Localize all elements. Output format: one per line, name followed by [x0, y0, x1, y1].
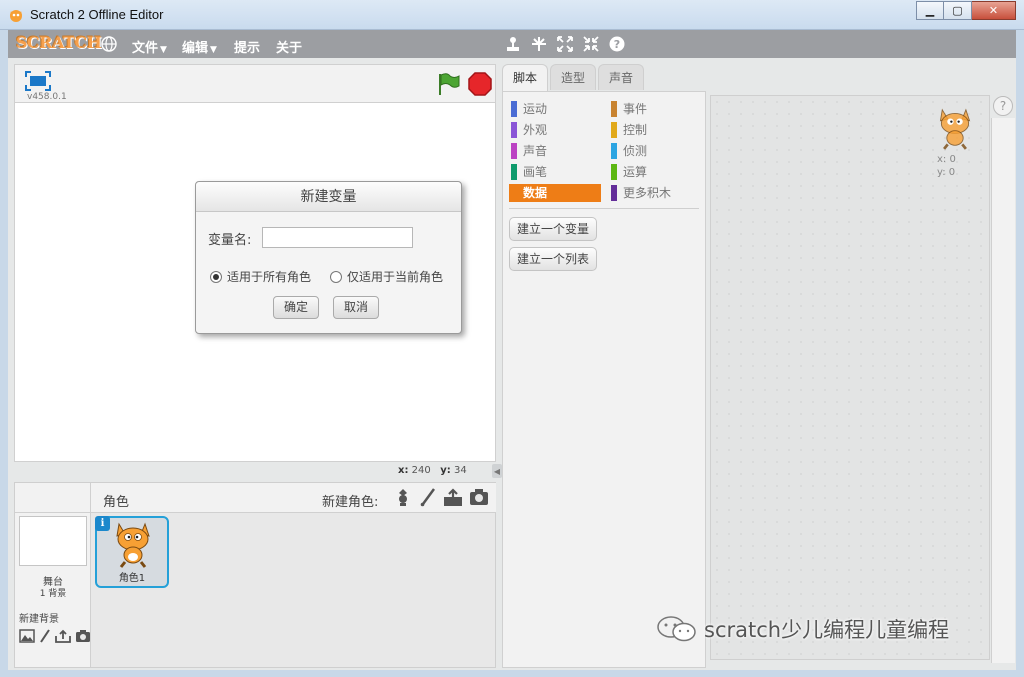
mouse-x-value: 240: [411, 465, 431, 476]
close-icon: ✕: [988, 4, 999, 17]
sprite-name: 角色1: [118, 573, 146, 584]
backdrop-library-icon[interactable]: [19, 629, 35, 643]
category-more-blocks[interactable]: 更多积木: [609, 184, 701, 202]
paint-brush-icon[interactable]: [39, 629, 51, 643]
stage-thumbnail[interactable]: [19, 516, 87, 566]
palette-divider: [509, 208, 699, 209]
radio-button-selected[interactable]: [210, 270, 222, 283]
collapse-stage-button[interactable]: ◀: [492, 464, 502, 478]
stage-header: v458.0.1: [14, 64, 496, 102]
upload-sprite-icon[interactable]: [443, 487, 463, 507]
camera-icon[interactable]: [75, 629, 91, 643]
variable-name-label: 变量名:: [208, 233, 252, 248]
scratch-cat-sprite-icon: [116, 522, 150, 568]
watermark: scratch少儿编程儿童编程: [656, 614, 949, 644]
dialog-title[interactable]: 新建变量: [196, 182, 461, 212]
make-variable-button[interactable]: 建立一个变量: [509, 217, 598, 241]
menu-about[interactable]: 关于: [276, 37, 302, 56]
paint-sprite-icon[interactable]: [419, 487, 437, 507]
svg-text:?: ?: [614, 38, 620, 51]
chevron-down-icon: ▼: [160, 45, 167, 55]
sprite-x-readout: x: 0: [937, 154, 956, 165]
scratch-logo[interactable]: SCRATCH: [16, 33, 102, 52]
close-button[interactable]: ✕: [972, 1, 1016, 20]
scripts-area[interactable]: x: 0 y: 0: [710, 95, 990, 660]
window-title-bar: Scratch 2 Offline Editor ▁ ▢ ✕: [0, 0, 1024, 30]
stage-column: 舞台 1 背景 新建背景: [15, 483, 91, 667]
minimize-icon: ▁: [925, 4, 935, 17]
version-label: v458.0.1: [27, 92, 67, 102]
category-control[interactable]: 控制: [609, 121, 701, 139]
fullscreen-icon[interactable]: [25, 71, 51, 91]
shrink-icon[interactable]: [582, 35, 600, 53]
triangle-left-icon: ◀: [493, 466, 501, 476]
help-icon[interactable]: ?: [608, 35, 626, 53]
camera-sprite-icon[interactable]: [469, 487, 489, 507]
globe-icon[interactable]: [100, 35, 118, 53]
scratch-cat-icon: [10, 10, 22, 22]
editor-tabs: 脚本 造型 声音: [502, 64, 646, 92]
sprite-library-pane: 舞台 1 背景 新建背景 角色 新建角色: i 角色1: [14, 482, 496, 668]
category-data[interactable]: 数据: [509, 184, 601, 202]
new-variable-dialog: 新建变量 变量名: 适用于所有角色 仅适用于当前角色 确定 取消: [195, 181, 462, 334]
sprites-label: 角色: [103, 495, 130, 510]
category-sensing[interactable]: 侦测: [609, 142, 701, 160]
tab-costumes[interactable]: 造型: [550, 64, 597, 90]
radio-button[interactable]: [330, 270, 342, 283]
wechat-icon: [657, 616, 696, 642]
category-looks[interactable]: 外观: [509, 121, 601, 139]
category-sound[interactable]: 声音: [509, 142, 601, 160]
tab-sounds[interactable]: 声音: [598, 64, 645, 90]
window-title: Scratch 2 Offline Editor: [30, 7, 164, 22]
category-motion[interactable]: 运动: [509, 100, 601, 118]
tab-scripts[interactable]: 脚本: [502, 64, 549, 92]
menubar: SCRATCH 文件 ▼ 编辑 ▼ 提示 关于 ?: [8, 30, 1016, 58]
upload-icon[interactable]: [55, 629, 71, 643]
stage-backdrop-count: 1 背景: [39, 589, 67, 599]
mouse-coordinates: x: 240 y: 34: [398, 465, 467, 476]
block-palette: 运动 外观 声音 画笔 数据 事件 控制 侦测 运算 更多积木 建立一个变量 建…: [502, 91, 706, 668]
category-events[interactable]: 事件: [609, 100, 701, 118]
sprite-y-readout: y: 0: [937, 167, 956, 178]
editor-frame: v458.0.1 x: 240 y: 34 ◀ 新建变量 变量名: 适用于所有角…: [8, 58, 1016, 670]
minimize-button[interactable]: ▁: [916, 1, 944, 20]
sprite-card-selected[interactable]: i 角色1: [95, 516, 169, 588]
duplicate-stamp-icon[interactable]: [504, 35, 522, 53]
cancel-button[interactable]: 取消: [333, 296, 380, 319]
scripts-side-strip: [991, 118, 1015, 663]
cut-icon[interactable]: [530, 35, 548, 53]
ok-button[interactable]: 确定: [273, 296, 320, 319]
sprite-preview-cat-icon: [939, 108, 971, 150]
make-list-button[interactable]: 建立一个列表: [509, 247, 598, 271]
sprite-library-icon[interactable]: [393, 487, 413, 507]
new-sprite-label: 新建角色:: [322, 495, 379, 510]
chevron-down-icon: ▼: [210, 45, 217, 55]
info-icon[interactable]: i: [95, 516, 110, 531]
category-pen[interactable]: 画笔: [509, 163, 601, 181]
green-flag-icon[interactable]: [435, 71, 461, 97]
radio-all-sprites[interactable]: 适用于所有角色: [210, 268, 311, 285]
watermark-text: scratch少儿编程儿童编程: [704, 618, 950, 642]
maximize-icon: ▢: [952, 4, 963, 17]
stop-sign-icon[interactable]: [467, 71, 493, 97]
category-operators[interactable]: 运算: [609, 163, 701, 181]
mouse-y-value: 34: [454, 465, 467, 476]
radio-this-sprite-only[interactable]: 仅适用于当前角色: [330, 268, 443, 285]
help-question-button[interactable]: ?: [993, 96, 1013, 116]
new-backdrop-label: 新建背景: [19, 614, 59, 625]
maximize-button[interactable]: ▢: [944, 1, 972, 20]
menu-tips[interactable]: 提示: [234, 37, 260, 56]
variable-name-input[interactable]: [262, 227, 413, 248]
grow-icon[interactable]: [556, 35, 574, 53]
menu-file[interactable]: 文件 ▼: [132, 37, 167, 56]
menu-edit[interactable]: 编辑 ▼: [182, 37, 217, 56]
